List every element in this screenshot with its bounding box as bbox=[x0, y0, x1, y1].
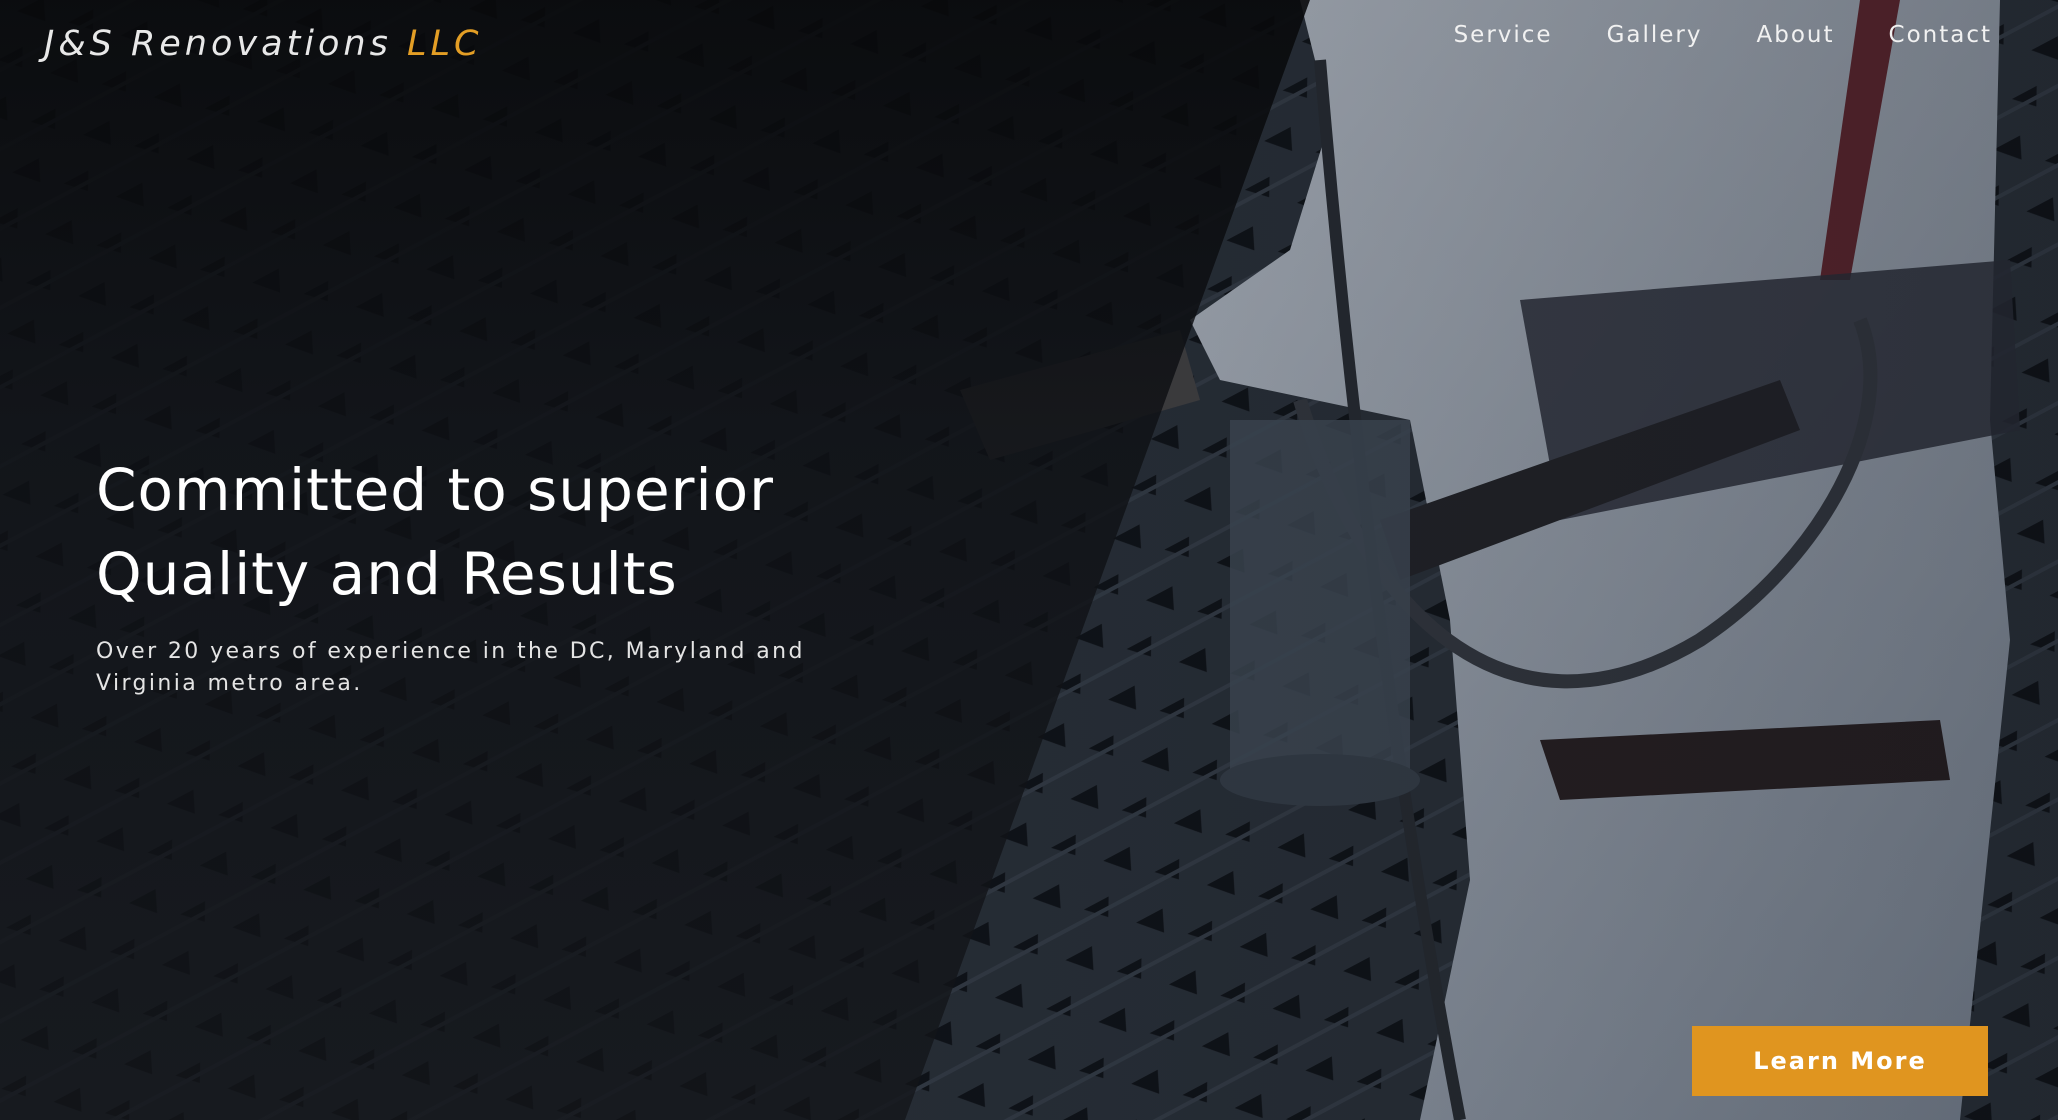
nav-about-link[interactable]: About bbox=[1757, 22, 1835, 48]
nav-service-link[interactable]: Service bbox=[1454, 22, 1553, 48]
nav-contact-link[interactable]: Contact bbox=[1889, 22, 1992, 48]
subtext-line-2: Virginia metro area. bbox=[96, 671, 363, 696]
brand-suffix: LLC bbox=[407, 24, 483, 64]
subtext-line-1: Over 20 years of experience in the DC, M… bbox=[96, 639, 805, 664]
headline-line-1: Committed to superior bbox=[96, 456, 774, 524]
headline-line-2: Quality and Results bbox=[96, 540, 678, 608]
learn-more-button[interactable]: Learn More bbox=[1692, 1026, 1988, 1096]
hero-headline: Committed to superior Quality and Result… bbox=[96, 448, 856, 616]
hero-subtext: Over 20 years of experience in the DC, M… bbox=[96, 636, 856, 700]
nav-gallery-link[interactable]: Gallery bbox=[1607, 22, 1703, 48]
brand-logo[interactable]: J&S Renovations LLC bbox=[44, 24, 482, 64]
main-nav: Service Gallery About Contact bbox=[1454, 22, 1992, 48]
hero-section: J&S Renovations LLC Service Gallery Abou… bbox=[0, 0, 2058, 1120]
brand-name: J&S Renovations bbox=[44, 24, 392, 64]
